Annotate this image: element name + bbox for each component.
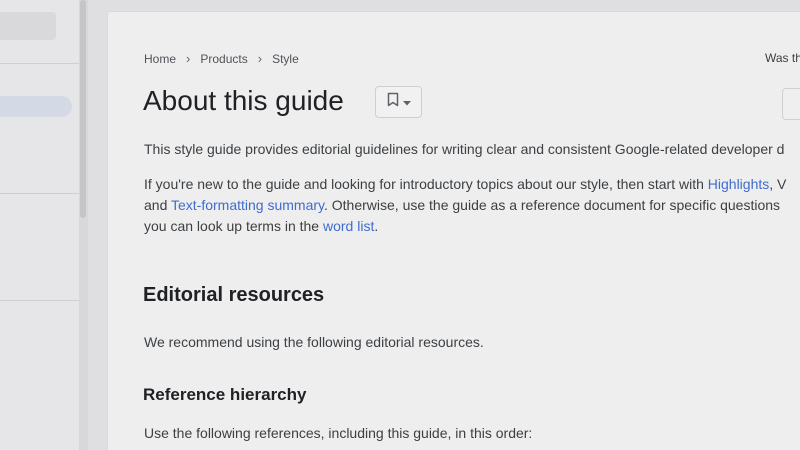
feedback-prompt: Was th bbox=[765, 51, 800, 65]
paragraph-text: . bbox=[374, 218, 379, 234]
breadcrumb-style[interactable]: Style bbox=[272, 52, 299, 66]
intro-paragraph: This style guide provides editorial guid… bbox=[144, 141, 785, 157]
nav-divider bbox=[0, 300, 79, 301]
link-word-list[interactable]: word list bbox=[323, 218, 374, 234]
breadcrumb: Home › Products › Style bbox=[144, 51, 299, 66]
paragraph-text: and bbox=[144, 197, 171, 213]
paragraph-text: , V bbox=[769, 176, 787, 192]
heading-editorial-resources: Editorial resources bbox=[143, 284, 325, 306]
paragraph-text: you can look up terms in the bbox=[144, 218, 323, 234]
nav-divider bbox=[0, 63, 79, 64]
paragraph-text: . Otherwise, use the guide as a referenc… bbox=[324, 197, 781, 213]
left-navigation bbox=[0, 0, 79, 450]
breadcrumb-home[interactable]: Home bbox=[144, 52, 176, 66]
paragraph-line: and Text-formatting summary. Otherwise, … bbox=[144, 195, 780, 216]
arrow-drop-down-icon bbox=[402, 93, 411, 111]
bookmark-icon bbox=[387, 92, 399, 112]
reference-hierarchy-text: Use the following references, including … bbox=[144, 425, 533, 441]
nav-scrollbar-thumb[interactable] bbox=[80, 0, 86, 218]
page-title: About this guide bbox=[143, 85, 344, 116]
paragraph-line: If you're new to the guide and looking f… bbox=[144, 174, 786, 195]
paragraph-line: you can look up terms in the word list. bbox=[144, 216, 378, 237]
nav-active-item[interactable] bbox=[0, 96, 72, 117]
heading-reference-hierarchy: Reference hierarchy bbox=[143, 385, 307, 404]
breadcrumb-products[interactable]: Products bbox=[200, 52, 247, 66]
link-text-formatting-summary[interactable]: Text-formatting summary bbox=[171, 197, 324, 213]
chevron-right-icon: › bbox=[257, 51, 263, 66]
paragraph-text: If you're new to the guide and looking f… bbox=[144, 176, 708, 192]
editorial-resources-text: We recommend using the following editori… bbox=[144, 334, 484, 350]
link-highlights[interactable]: Highlights bbox=[708, 176, 769, 192]
bookmark-button[interactable] bbox=[375, 86, 422, 118]
feedback-button[interactable] bbox=[782, 88, 800, 120]
nav-search-placeholder[interactable] bbox=[0, 12, 56, 40]
chevron-right-icon: › bbox=[186, 51, 191, 66]
nav-divider bbox=[0, 193, 79, 194]
